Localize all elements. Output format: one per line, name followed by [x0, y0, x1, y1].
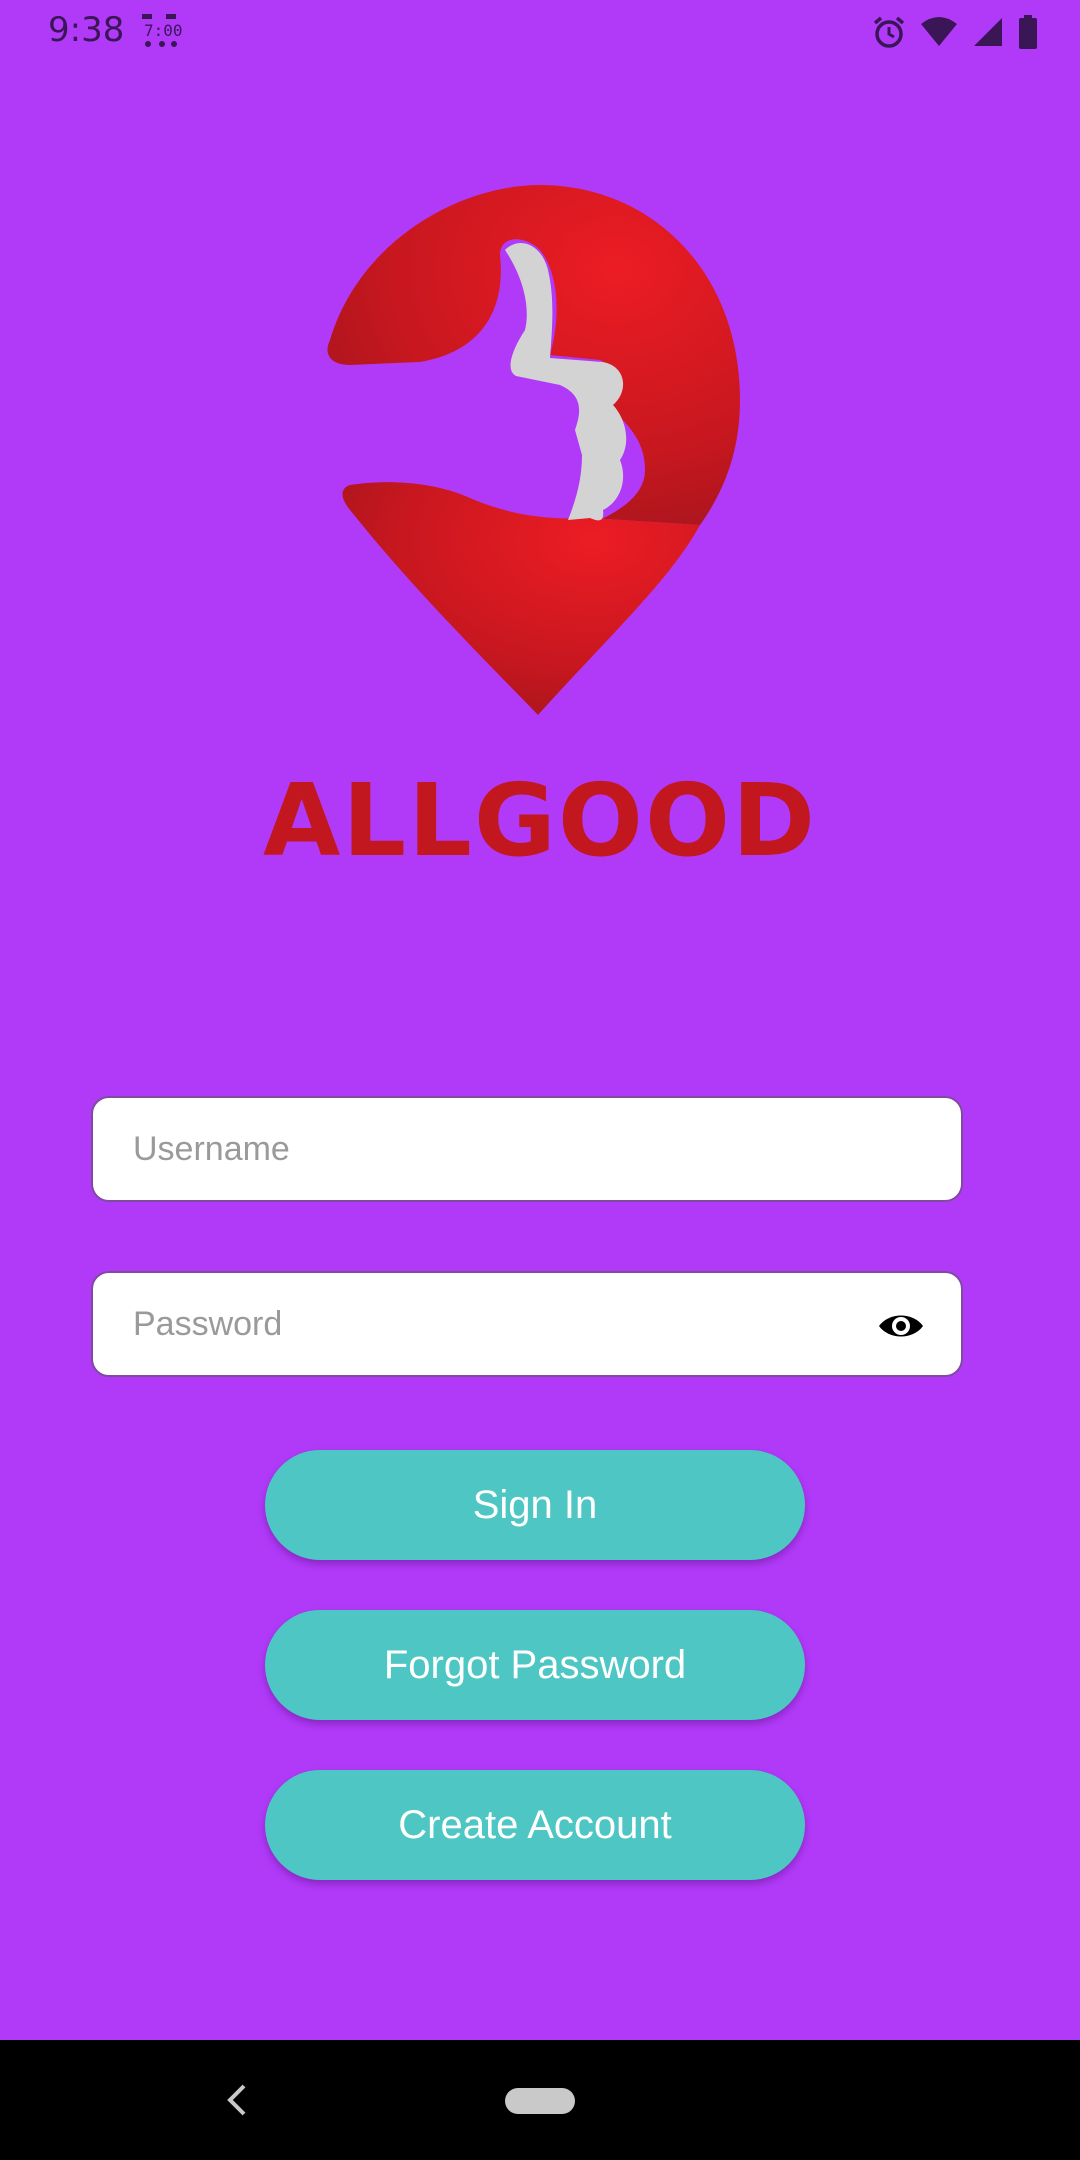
wifi-icon: [921, 17, 957, 46]
home-pill-icon[interactable]: [505, 2088, 575, 2114]
status-bar: 9:38 7:00: [0, 0, 1080, 60]
status-icons: [872, 12, 1038, 52]
create-account-button[interactable]: Create Account: [265, 1770, 805, 1880]
password-input[interactable]: [133, 1273, 893, 1375]
clock-widget-icon: 7:00: [142, 14, 182, 47]
thumbs-up-pin-logo: [327, 185, 740, 715]
svg-text:7:00: 7:00: [144, 21, 182, 40]
username-input[interactable]: [133, 1098, 893, 1200]
username-field[interactable]: [91, 1096, 963, 1202]
alarm-icon: [873, 16, 905, 48]
brand-name: ALLGOOD: [263, 762, 817, 879]
eye-icon[interactable]: [877, 1306, 925, 1346]
battery-icon: [1019, 15, 1037, 49]
back-chevron-icon[interactable]: [224, 2082, 250, 2118]
login-screen: 9:38 7:00 ALLGOOD Username Sign In Forgo…: [0, 0, 1080, 2160]
navigation-bar: [0, 2040, 1080, 2160]
signal-icon: [974, 18, 1002, 46]
sign-in-button[interactable]: Sign In: [265, 1450, 805, 1560]
status-time: 9:38: [48, 10, 125, 50]
password-field[interactable]: [91, 1271, 963, 1377]
forgot-password-button[interactable]: Forgot Password: [265, 1610, 805, 1720]
